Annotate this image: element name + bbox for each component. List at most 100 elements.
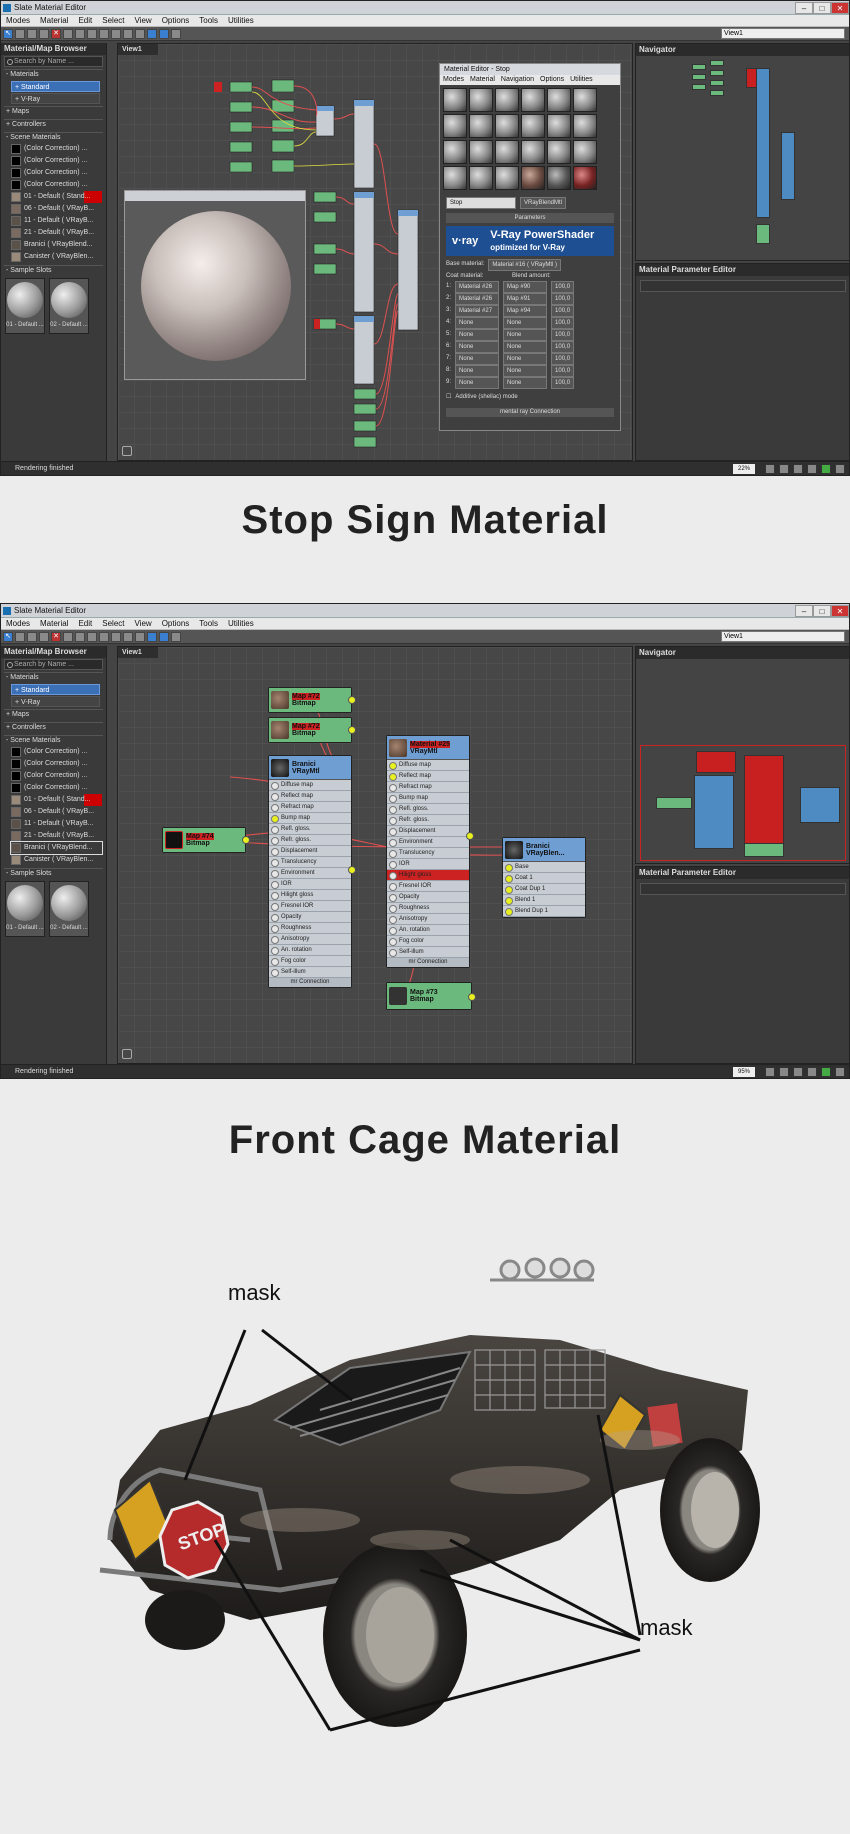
section-sample-slots[interactable]: - Sample Slots: [4, 868, 103, 879]
blend-amount-spinner[interactable]: 100,0: [551, 377, 575, 389]
scene-material[interactable]: 06 - Default ( VRayB...: [11, 806, 102, 818]
coat-button[interactable]: None: [455, 341, 500, 353]
node-branici-vrayblend[interactable]: Branici VRayBlen... Base Coat 1 Coat Dup …: [502, 837, 586, 918]
input-slot[interactable]: Reflect map: [269, 791, 351, 802]
zoom-selected-icon[interactable]: [821, 1067, 831, 1077]
input-slot[interactable]: Diffuse map: [269, 780, 351, 791]
coat-button[interactable]: None: [455, 317, 500, 329]
input-slot[interactable]: Fresnel IOR: [387, 881, 469, 892]
assign-material-icon[interactable]: [27, 28, 37, 39]
coat-button[interactable]: None: [455, 329, 500, 341]
input-slot[interactable]: Environment: [269, 868, 351, 879]
sample-slot[interactable]: [443, 166, 467, 190]
section-sample-slots[interactable]: - Sample Slots: [4, 265, 103, 276]
sample-slot[interactable]: 02 - Default ...: [49, 881, 89, 937]
sample-slot[interactable]: [495, 166, 519, 190]
maximize-button[interactable]: □: [813, 1, 831, 14]
menu-modes[interactable]: Modes: [1, 619, 35, 628]
input-slot[interactable]: Anisotropy: [269, 934, 351, 945]
node-map73[interactable]: Map #73 Bitmap: [386, 982, 476, 1010]
sample-slot[interactable]: 01 - Default ...: [5, 278, 45, 334]
item-standard[interactable]: + Standard: [11, 684, 100, 695]
scene-material[interactable]: Canister ( VRayBlen...: [11, 251, 102, 263]
graph-nav-icon[interactable]: [122, 1049, 132, 1059]
coat-button[interactable]: Material #26: [455, 281, 500, 293]
sample-slot[interactable]: [495, 114, 519, 138]
input-slot[interactable]: Anisotropy: [387, 914, 469, 925]
item-vray[interactable]: + V-Ray: [11, 696, 100, 707]
move-children-icon[interactable]: [63, 28, 73, 39]
input-slot[interactable]: Fog color: [269, 956, 351, 967]
checker-icon[interactable]: [99, 631, 109, 642]
scene-material[interactable]: (Color Correction) ...: [11, 143, 102, 155]
input-slot[interactable]: Blend 1: [503, 895, 585, 906]
input-slot[interactable]: Diffuse map: [387, 760, 469, 771]
zoom-region-icon[interactable]: [793, 1067, 803, 1077]
assign-material-icon[interactable]: [27, 631, 37, 642]
sample-slot[interactable]: [495, 88, 519, 112]
rollout-mental-ray[interactable]: mental ray Connection: [446, 408, 614, 417]
sample-slot[interactable]: [547, 114, 571, 138]
input-slot[interactable]: Roughness: [387, 903, 469, 914]
menu-view[interactable]: View: [130, 619, 157, 628]
menu-tools[interactable]: Tools: [194, 619, 223, 628]
blend-map-button[interactable]: Map #94: [503, 305, 548, 317]
node-view[interactable]: View1 Map #72 Bitmap Map #72 Bitmap Map …: [117, 646, 633, 1064]
menu-modes[interactable]: Modes: [1, 16, 35, 25]
section-controllers[interactable]: + Controllers: [4, 119, 103, 130]
input-slot[interactable]: Refract map: [269, 802, 351, 813]
sample-slot[interactable]: [443, 140, 467, 164]
menu-view[interactable]: View: [130, 16, 157, 25]
move-children-icon[interactable]: [63, 631, 73, 642]
graph-nav-icon[interactable]: [122, 446, 132, 456]
sample-slot-grid[interactable]: [440, 85, 620, 193]
node-map72-b[interactable]: Map #72 Bitmap: [268, 717, 356, 743]
input-slot[interactable]: Fog color: [387, 936, 469, 947]
minimize-button[interactable]: –: [795, 604, 813, 617]
output-port[interactable]: [466, 832, 474, 840]
show-map-icon[interactable]: [75, 28, 85, 39]
menu-material[interactable]: Material: [35, 619, 73, 628]
scene-material[interactable]: 11 - Default ( VRayB...: [11, 818, 102, 830]
section-controllers[interactable]: + Controllers: [4, 722, 103, 733]
sample-slot[interactable]: 01 - Default ...: [5, 881, 45, 937]
find-icon[interactable]: [171, 631, 181, 642]
search-input[interactable]: Search by Name ...: [4, 56, 103, 67]
sample-slot[interactable]: [521, 140, 545, 164]
me-menu-material[interactable]: Material: [470, 75, 495, 85]
input-slot[interactable]: Refract map: [387, 782, 469, 793]
view-selector[interactable]: View1: [721, 631, 845, 642]
sample-slot[interactable]: [573, 140, 597, 164]
node-branici-vraymtl[interactable]: Branici VRayMtl Diffuse map Reflect map R…: [268, 755, 356, 988]
layout-icon[interactable]: [111, 631, 121, 642]
sample-slot[interactable]: [521, 166, 545, 190]
input-slot[interactable]: Refr. gloss.: [269, 835, 351, 846]
section-maps[interactable]: + Maps: [4, 709, 103, 720]
output-port[interactable]: [348, 726, 356, 734]
sample-slot[interactable]: [547, 140, 571, 164]
show-map-icon[interactable]: [75, 631, 85, 642]
zoom-extents-icon[interactable]: [807, 1067, 817, 1077]
scene-material[interactable]: 01 - Default ( Stand...: [11, 191, 102, 203]
scene-material[interactable]: (Color Correction) ...: [11, 770, 102, 782]
input-slot[interactable]: Translucency: [387, 848, 469, 859]
pan-icon[interactable]: [765, 464, 775, 474]
input-slot[interactable]: IOR: [269, 879, 351, 890]
menu-utilities[interactable]: Utilities: [223, 16, 259, 25]
background-icon[interactable]: [87, 28, 97, 39]
zoom-icon[interactable]: [779, 1067, 789, 1077]
node-map72-a[interactable]: Map #72 Bitmap: [268, 687, 356, 713]
sample-slot[interactable]: [547, 88, 571, 112]
blend-map-button[interactable]: None: [503, 317, 548, 329]
input-slot[interactable]: Coat 1: [503, 873, 585, 884]
input-slot[interactable]: Hilight gloss: [387, 870, 469, 881]
close-button[interactable]: ✕: [831, 1, 849, 14]
blend-amount-spinner[interactable]: 100,0: [551, 365, 575, 377]
sample-slot[interactable]: [443, 114, 467, 138]
output-port[interactable]: [348, 696, 356, 704]
hierarchy-icon[interactable]: [135, 631, 145, 642]
blend-map-button[interactable]: None: [503, 353, 548, 365]
section-materials[interactable]: - Materials: [4, 69, 103, 80]
blend-amount-spinner[interactable]: 100,0: [551, 329, 575, 341]
sample-slot[interactable]: [521, 114, 545, 138]
